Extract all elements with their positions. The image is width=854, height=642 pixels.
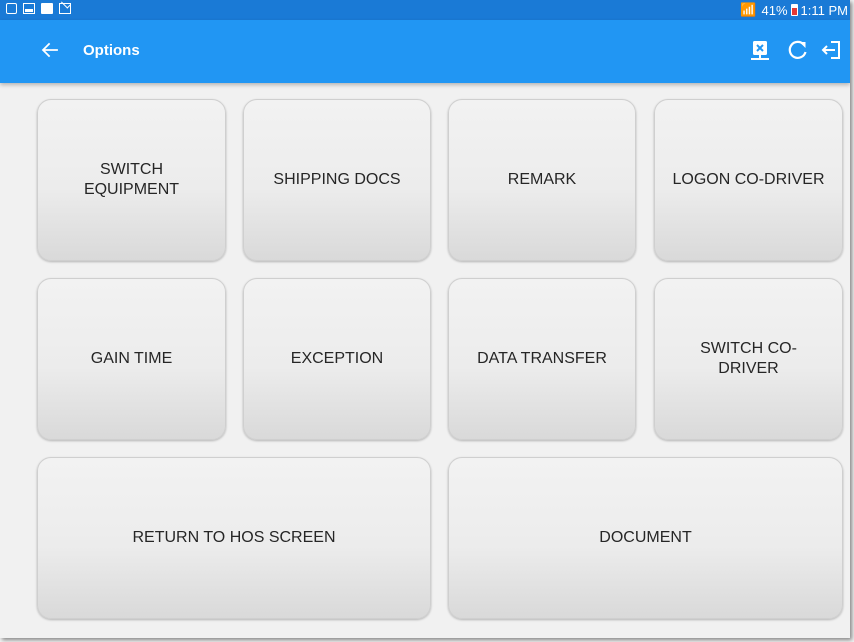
gain-time-button[interactable]: GAIN TIME: [37, 278, 226, 440]
data-transfer-icon[interactable]: [748, 38, 772, 62]
switch-co-driver-button[interactable]: SWITCH CO- DRIVER: [654, 278, 843, 440]
clock: 1:11 PM: [800, 2, 848, 18]
data-transfer-button[interactable]: DATA TRANSFER: [448, 278, 636, 440]
document-label: DOCUMENT: [599, 529, 692, 546]
switch-co-driver-label: SWITCH CO- DRIVER: [700, 340, 797, 377]
app-bar: Options: [0, 20, 850, 83]
notification-icons: [6, 3, 71, 14]
sms-icon: [41, 3, 53, 14]
switch-equipment-label: SWITCH EQUIPMENT: [83, 161, 180, 198]
logon-co-driver-button[interactable]: LOGON CO-DRIVER: [654, 99, 843, 261]
refresh-icon[interactable]: [786, 38, 810, 62]
shipping-docs-button[interactable]: SHIPPING DOCS: [243, 99, 431, 261]
image-icon: [23, 3, 35, 14]
exception-label: EXCEPTION: [290, 350, 384, 367]
remark-label: REMARK: [507, 171, 577, 188]
wifi-icon: 📶: [740, 2, 757, 17]
back-arrow-icon[interactable]: [40, 40, 60, 60]
status-indicators: 📶 41% 1:11 PM: [740, 2, 848, 18]
app-window: 📶 41% 1:11 PM Options SWITCH EQUIPMENT S…: [0, 0, 850, 638]
cast-icon: [6, 3, 17, 14]
battery-icon: [790, 4, 798, 16]
shipping-docs-label: SHIPPING DOCS: [273, 171, 401, 188]
logout-icon[interactable]: [820, 38, 844, 62]
return-to-hos-screen-button[interactable]: RETURN TO HOS SCREEN: [37, 457, 431, 619]
document-button[interactable]: DOCUMENT: [448, 457, 843, 619]
page-title: Options: [83, 42, 140, 59]
battery-percent: 41%: [761, 2, 788, 18]
status-bar: 📶 41% 1:11 PM: [0, 0, 850, 20]
switch-equipment-button[interactable]: SWITCH EQUIPMENT: [37, 99, 226, 261]
gmail-icon: [59, 3, 71, 14]
return-to-hos-screen-label: RETURN TO HOS SCREEN: [132, 529, 336, 546]
logon-co-driver-label: LOGON CO-DRIVER: [672, 171, 825, 188]
gain-time-label: GAIN TIME: [90, 350, 173, 367]
remark-button[interactable]: REMARK: [448, 99, 636, 261]
exception-button[interactable]: EXCEPTION: [243, 278, 431, 440]
data-transfer-label: DATA TRANSFER: [477, 350, 607, 367]
